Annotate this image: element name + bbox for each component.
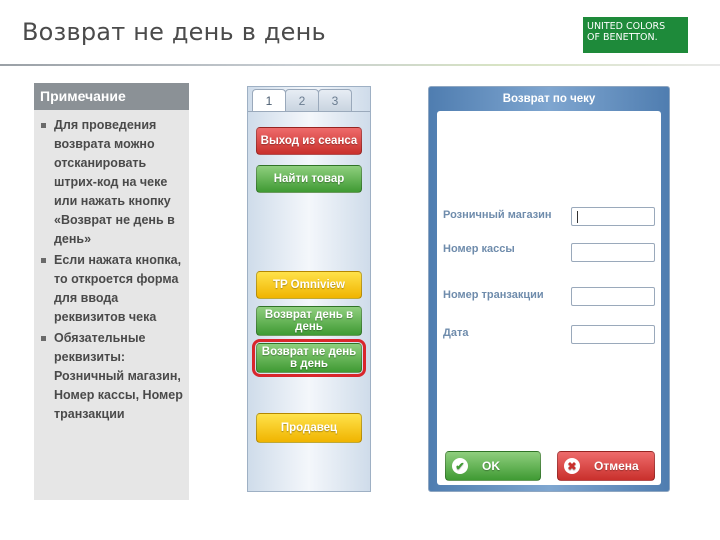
transaction-label: Номер транзакции	[443, 289, 544, 301]
ok-button[interactable]: ✔ OK	[445, 451, 541, 481]
note-item: Для проведения возврата можно отсканиров…	[41, 116, 183, 249]
close-icon: ✖	[564, 458, 580, 474]
omniview-button[interactable]: TP Omniview	[256, 271, 362, 299]
date-label: Дата	[443, 327, 469, 339]
transaction-input[interactable]	[571, 287, 655, 306]
tab-2[interactable]: 2	[285, 89, 319, 111]
same-day-return-button[interactable]: Возврат день в день	[256, 306, 362, 336]
logout-button[interactable]: Выход из сеанса	[256, 127, 362, 155]
find-item-button[interactable]: Найти товар	[256, 165, 362, 193]
logo-line-1: UNITED COLORS	[587, 21, 666, 32]
return-by-receipt-dialog: Возврат по чеку Розничный магазин Номер …	[428, 86, 670, 492]
pos-button-panel: 1 2 3 Выход из сеанса Найти товар TP Omn…	[247, 86, 371, 492]
register-label: Номер кассы	[443, 243, 515, 255]
ok-label: OK	[482, 459, 500, 473]
note-list: Для проведения возврата можно отсканиров…	[34, 110, 189, 424]
note-panel: Примечание Для проведения возврата можно…	[34, 83, 189, 500]
slide-title: Возврат не день в день	[22, 18, 326, 46]
cancel-button[interactable]: ✖ Отмена	[557, 451, 655, 481]
benetton-logo: UNITED COLORS OF BENETTON.	[583, 17, 688, 53]
tab-3[interactable]: 3	[318, 89, 352, 111]
note-item: Обязательные реквизиты: Розничный магази…	[41, 329, 183, 424]
logo-line-2: OF BENETTON.	[587, 32, 658, 43]
note-heading: Примечание	[34, 83, 189, 110]
register-input[interactable]	[571, 243, 655, 262]
text-caret	[577, 211, 578, 223]
seller-button[interactable]: Продавец	[256, 413, 362, 443]
dialog-body: Розничный магазин Номер кассы Номер тран…	[437, 111, 661, 485]
pos-tabs: 1 2 3	[252, 89, 362, 111]
tab-1[interactable]: 1	[252, 89, 286, 111]
date-input[interactable]	[571, 325, 655, 344]
store-label: Розничный магазин	[443, 209, 552, 221]
note-item: Если нажата кнопка, то откроется форма д…	[41, 251, 183, 327]
dialog-title: Возврат по чеку	[502, 93, 596, 105]
title-divider	[0, 64, 720, 66]
store-input[interactable]	[571, 207, 655, 226]
check-icon: ✔	[452, 458, 468, 474]
not-same-day-return-button[interactable]: Возврат не день в день	[252, 339, 366, 377]
cancel-label: Отмена	[594, 459, 639, 473]
